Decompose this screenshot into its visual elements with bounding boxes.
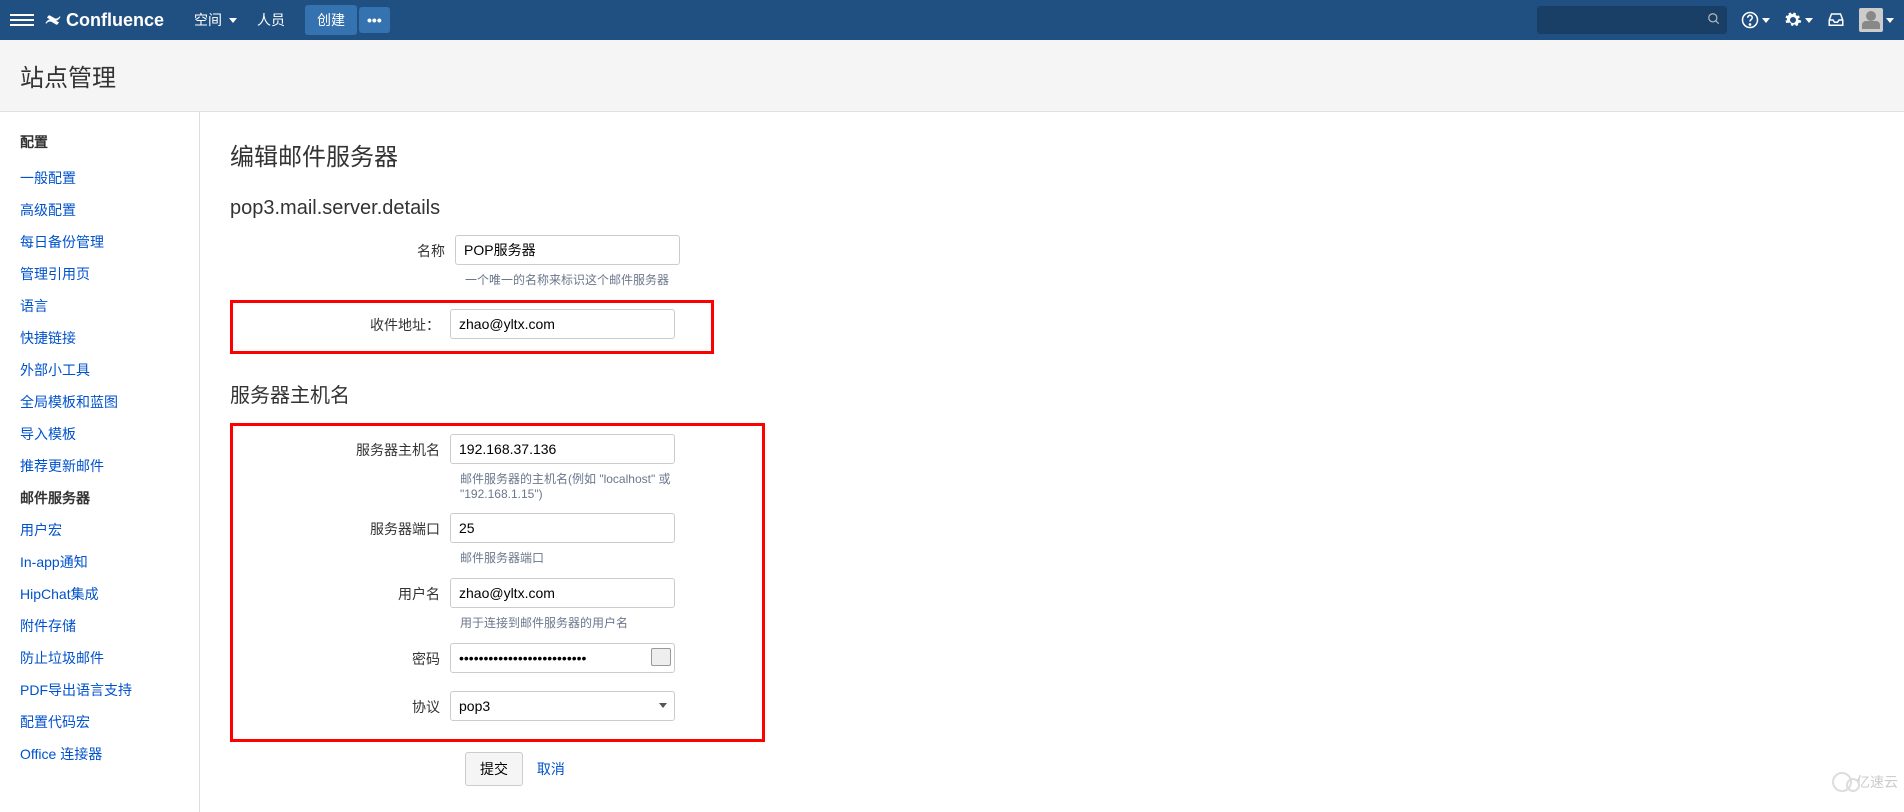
form-buttons: 提交 取消 xyxy=(465,752,1874,786)
sidebar-item-3[interactable]: 管理引用页 xyxy=(20,258,199,290)
avatar-icon xyxy=(1859,8,1883,32)
label-user: 用户名 xyxy=(233,578,450,604)
search-icon[interactable] xyxy=(1707,12,1721,29)
sidebar-item-18[interactable]: Office 连接器 xyxy=(20,738,199,770)
hint-host: 邮件服务器的主机名(例如 "localhost" 或 "192.168.1.15… xyxy=(460,470,746,501)
content: 编辑邮件服务器 pop3.mail.server.details 名称 一个唯一… xyxy=(200,112,1904,812)
sidebar: 配置 一般配置高级配置每日备份管理管理引用页语言快捷链接外部小工具全局模板和蓝图… xyxy=(0,112,200,812)
label-protocol: 协议 xyxy=(233,691,450,717)
page-title-bar: 站点管理 xyxy=(0,40,1904,112)
topbar: Confluence 空间 人员 创建 ••• xyxy=(0,0,1904,40)
row-password: 密码 xyxy=(233,643,746,673)
sidebar-item-17[interactable]: 配置代码宏 xyxy=(20,706,199,738)
more-button[interactable]: ••• xyxy=(359,7,390,33)
keyboard-icon[interactable] xyxy=(651,648,671,666)
hint-name: 一个唯一的名称来标识这个邮件服务器 xyxy=(465,271,1874,288)
input-password[interactable] xyxy=(450,643,675,673)
settings-gear-icon[interactable] xyxy=(1784,11,1813,29)
chevron-down-icon xyxy=(1762,18,1770,23)
input-port[interactable] xyxy=(450,513,675,543)
inbox-icon[interactable] xyxy=(1827,11,1845,29)
row-host: 服务器主机名 xyxy=(233,434,746,464)
select-protocol[interactable]: pop3 xyxy=(450,691,675,721)
row-addr: 收件地址： xyxy=(233,309,675,339)
label-addr: 收件地址： xyxy=(233,309,450,335)
row-protocol: 协议 pop3 xyxy=(233,691,746,721)
page-title: 站点管理 xyxy=(20,58,1884,93)
help-icon[interactable] xyxy=(1741,11,1770,29)
label-name: 名称 xyxy=(230,235,455,261)
sidebar-group-config: 配置 xyxy=(20,132,199,152)
chevron-down-icon xyxy=(1886,18,1894,23)
nav-space[interactable]: 空间 xyxy=(194,10,237,30)
section-details: pop3.mail.server.details xyxy=(230,197,1874,220)
input-host[interactable] xyxy=(450,434,675,464)
search-wrap xyxy=(1537,6,1727,34)
sidebar-item-4[interactable]: 语言 xyxy=(20,290,199,322)
hint-port: 邮件服务器端口 xyxy=(460,549,746,566)
sidebar-item-9[interactable]: 推荐更新邮件 xyxy=(20,450,199,482)
search-input[interactable] xyxy=(1537,6,1727,34)
confluence-logo[interactable]: Confluence xyxy=(44,10,164,31)
sidebar-item-10[interactable]: 邮件服务器 xyxy=(20,482,199,514)
row-user: 用户名 xyxy=(233,578,746,608)
sidebar-item-1[interactable]: 高级配置 xyxy=(20,194,199,226)
sidebar-item-14[interactable]: 附件存储 xyxy=(20,610,199,642)
input-user[interactable] xyxy=(450,578,675,608)
row-port: 服务器端口 xyxy=(233,513,746,543)
user-menu[interactable] xyxy=(1859,8,1894,32)
sidebar-item-6[interactable]: 外部小工具 xyxy=(20,354,199,386)
sidebar-item-8[interactable]: 导入模板 xyxy=(20,418,199,450)
section-host: 服务器主机名 xyxy=(230,379,1874,408)
hamburger-menu-icon[interactable] xyxy=(10,8,34,32)
nav-people[interactable]: 人员 xyxy=(257,10,285,30)
confluence-logo-icon xyxy=(44,11,62,29)
chevron-down-icon xyxy=(1805,18,1813,23)
input-addr[interactable] xyxy=(450,309,675,339)
content-heading: 编辑邮件服务器 xyxy=(230,137,1874,172)
cancel-link[interactable]: 取消 xyxy=(537,761,565,777)
sidebar-item-16[interactable]: PDF导出语言支持 xyxy=(20,674,199,706)
label-port: 服务器端口 xyxy=(233,513,450,539)
sidebar-item-2[interactable]: 每日备份管理 xyxy=(20,226,199,258)
input-name[interactable] xyxy=(455,235,680,265)
hint-user: 用于连接到邮件服务器的用户名 xyxy=(460,614,746,631)
sidebar-item-0[interactable]: 一般配置 xyxy=(20,162,199,194)
sidebar-item-15[interactable]: 防止垃圾邮件 xyxy=(20,642,199,674)
sidebar-item-11[interactable]: 用户宏 xyxy=(20,514,199,546)
highlight-server-settings: 服务器主机名 邮件服务器的主机名(例如 "localhost" 或 "192.1… xyxy=(230,423,765,742)
create-button[interactable]: 创建 xyxy=(305,5,357,35)
watermark: 亿速云 xyxy=(1832,772,1898,792)
row-name: 名称 xyxy=(230,235,1874,265)
confluence-logo-text: Confluence xyxy=(66,10,164,31)
chevron-down-icon xyxy=(229,18,237,23)
submit-button[interactable]: 提交 xyxy=(465,752,523,786)
watermark-text: 亿速云 xyxy=(1856,772,1898,792)
label-host: 服务器主机名 xyxy=(233,434,450,460)
sidebar-item-12[interactable]: In-app通知 xyxy=(20,546,199,578)
label-password: 密码 xyxy=(233,643,450,669)
sidebar-item-13[interactable]: HipChat集成 xyxy=(20,578,199,610)
sidebar-item-5[interactable]: 快捷链接 xyxy=(20,322,199,354)
highlight-recipient: 收件地址： xyxy=(230,300,714,354)
sidebar-item-7[interactable]: 全局模板和蓝图 xyxy=(20,386,199,418)
watermark-icon xyxy=(1832,772,1852,792)
